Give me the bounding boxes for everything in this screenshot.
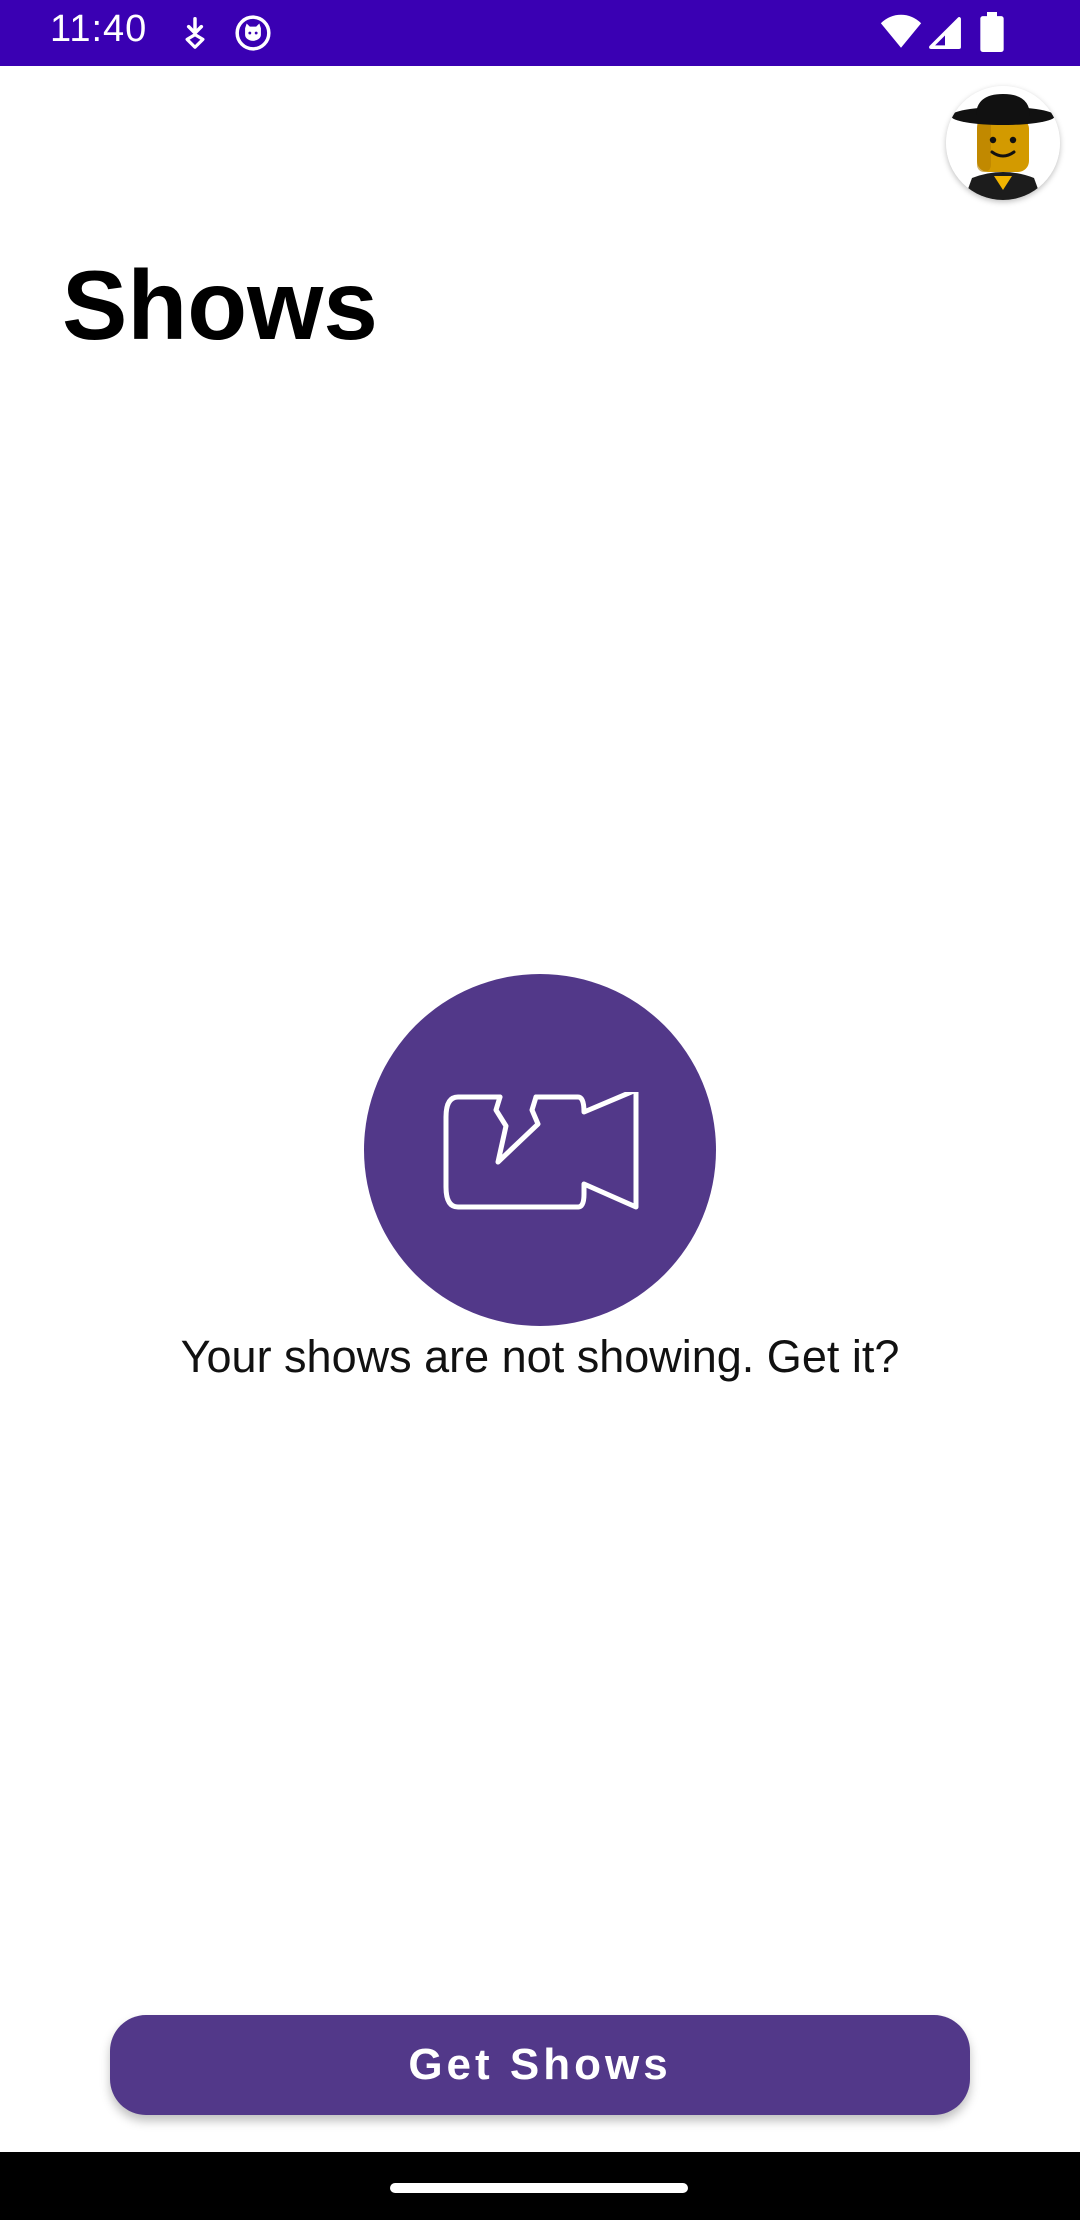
empty-state-badge: [364, 974, 716, 1326]
cat-face-icon: [235, 15, 271, 51]
wifi-icon: [880, 14, 922, 48]
status-bar: 11:40: [0, 0, 1080, 66]
download-icon: [185, 17, 205, 49]
status-time: 11:40: [50, 8, 148, 50]
empty-state-message: Your shows are not showing. Get it?: [180, 1331, 900, 1382]
signal-icon: [929, 17, 961, 49]
lego-minifigure-avatar: [946, 86, 1060, 200]
avatar[interactable]: [946, 86, 1060, 200]
page-title: Shows: [62, 250, 378, 360]
navigation-bar: [0, 2152, 1080, 2220]
home-gesture-handle[interactable]: [390, 2183, 688, 2193]
get-shows-button[interactable]: Get Shows: [110, 2015, 970, 2115]
battery-icon: [980, 12, 1004, 52]
camera-off-icon: [443, 1092, 639, 1210]
